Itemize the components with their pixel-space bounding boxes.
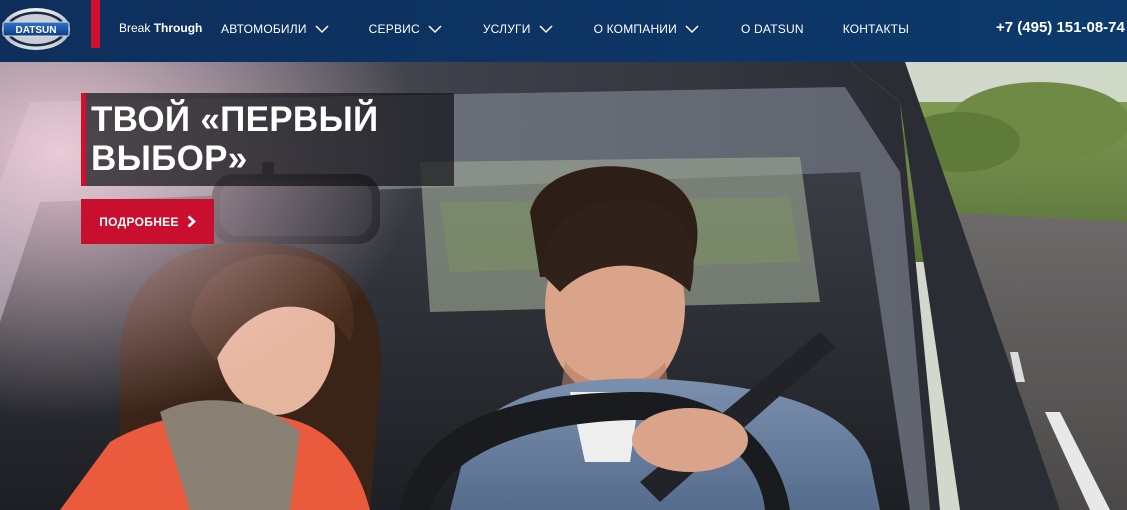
nav-item-services[interactable]: УСЛУГИ [483, 22, 553, 36]
more-button-label: ПОДРОБНЕЕ [99, 214, 179, 229]
nav-item-label: О DATSUN [740, 22, 804, 36]
nav-item-company[interactable]: О КОМПАНИИ [594, 22, 699, 36]
headline-line1: ТВОЙ «ПЕРВЫЙ [91, 100, 379, 139]
more-button[interactable]: ПОДРОБНЕЕ [81, 199, 214, 244]
nav-item-label: СЕРВИС [368, 22, 420, 36]
chevron-down-icon [428, 24, 442, 33]
main-nav: АВТОМОБИЛИ СЕРВИС УСЛУГИ О КОМПАНИИ О DA… [221, 0, 909, 58]
site-header: DATSUN Break Through АВТОМОБИЛИ СЕРВИС У… [0, 0, 1127, 62]
headline-line2: ВЫБОР» [91, 139, 248, 178]
chevron-down-icon [685, 24, 699, 33]
nav-item-label: АВТОМОБИЛИ [221, 22, 307, 36]
nav-item-about-datsun[interactable]: О DATSUN [741, 22, 804, 36]
tagline-bold: Through [153, 21, 203, 35]
nav-item-cars[interactable]: АВТОМОБИЛИ [221, 22, 329, 36]
accent-bar [91, 0, 100, 48]
phone-number[interactable]: +7 (495) 151-08-74 [996, 19, 1125, 36]
nav-item-label: УСЛУГИ [482, 22, 531, 36]
nav-item-contacts[interactable]: КОНТАКТЫ [843, 22, 909, 36]
hero-headline: ТВОЙ «ПЕРВЫЙ ВЫБОР» [91, 100, 379, 178]
chevron-right-icon [187, 215, 196, 228]
logo-text: DATSUN [16, 25, 57, 36]
page: DATSUN Break Through АВТОМОБИЛИ СЕРВИС У… [0, 0, 1127, 510]
datsun-logo[interactable]: DATSUN [0, 6, 72, 52]
nav-item-service[interactable]: СЕРВИС [369, 22, 442, 36]
tagline-regular: Break [119, 21, 151, 35]
tagline: Break Through [119, 21, 202, 35]
chevron-down-icon [539, 24, 553, 33]
nav-item-label: КОНТАКТЫ [842, 22, 910, 36]
chevron-down-icon [315, 24, 329, 33]
nav-item-label: О КОМПАНИИ [593, 22, 677, 36]
hero-banner: ТВОЙ «ПЕРВЫЙ ВЫБОР» ПОДРОБНЕЕ [0, 62, 1127, 510]
